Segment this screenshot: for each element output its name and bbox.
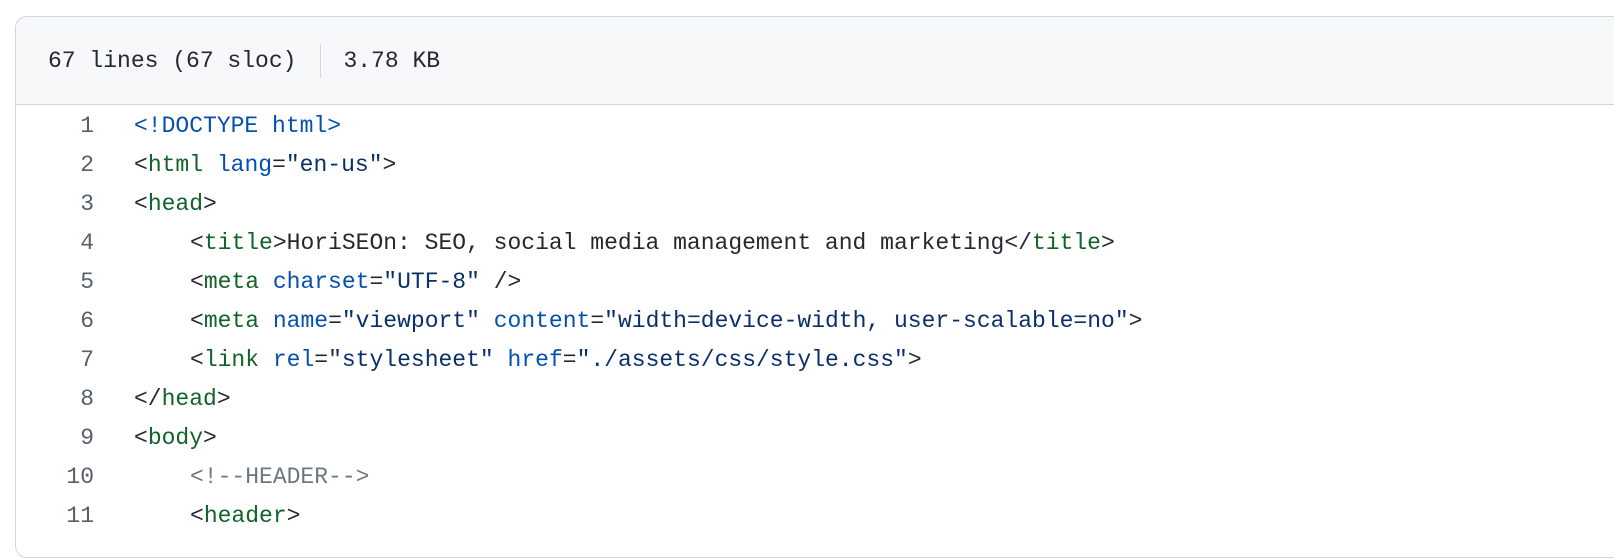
code-content: <title>HoriSEOn: SEO, social media manag… — [190, 230, 1115, 256]
line-number[interactable]: 5 — [16, 263, 94, 302]
code-line: 1 <!DOCTYPE html> — [16, 107, 1614, 146]
comment: <!--HEADER--> — [190, 464, 370, 490]
code-line: 10 <!--HEADER--> — [16, 458, 1614, 497]
line-number[interactable]: 11 — [16, 497, 94, 536]
code-content: <meta name="viewport" content="width=dev… — [190, 308, 1143, 334]
code-line: 8 </head> — [16, 380, 1614, 419]
line-count: 67 lines (67 sloc) — [48, 47, 297, 74]
code-content: <header> — [190, 503, 301, 529]
code-content: <link rel="stylesheet" href="./assets/cs… — [190, 347, 922, 373]
file-size: 3.78 KB — [343, 47, 441, 74]
code-content: <body> — [134, 425, 217, 451]
code-line: 5 <meta charset="UTF-8" /> — [16, 263, 1614, 302]
code-line: 4 <title>HoriSEOn: SEO, social media man… — [16, 224, 1614, 263]
code-line: 7 <link rel="stylesheet" href="./assets/… — [16, 341, 1614, 380]
line-number[interactable]: 4 — [16, 224, 94, 263]
line-number[interactable]: 9 — [16, 419, 94, 458]
code-content: <html lang="en-us"> — [134, 152, 397, 178]
code-content: <head> — [134, 191, 217, 217]
code-view: 1 <!DOCTYPE html> 2 <html lang="en-us"> … — [16, 105, 1614, 536]
code-line: 3 <head> — [16, 185, 1614, 224]
line-number[interactable]: 2 — [16, 146, 94, 185]
code-line: 2 <html lang="en-us"> — [16, 146, 1614, 185]
code-line: 11 <header> — [16, 497, 1614, 536]
line-number[interactable]: 3 — [16, 185, 94, 224]
line-number[interactable]: 7 — [16, 341, 94, 380]
divider — [320, 43, 322, 78]
code-content: <!--HEADER--> — [94, 458, 369, 497]
file-viewer: 67 lines (67 sloc) 3.78 KB 1 <!DOCTYPE h… — [15, 16, 1614, 558]
doctype: <!DOCTYPE html> — [134, 113, 342, 139]
line-number[interactable]: 10 — [16, 458, 94, 497]
code-line: 9 <body> — [16, 419, 1614, 458]
line-number[interactable]: 8 — [16, 380, 94, 419]
code-content: <!DOCTYPE html> — [94, 107, 341, 146]
code-content: <meta charset="UTF-8" /> — [190, 269, 522, 295]
code-line: 6 <meta name="viewport" content="width=d… — [16, 302, 1614, 341]
line-number[interactable]: 6 — [16, 302, 94, 341]
file-info-bar: 67 lines (67 sloc) 3.78 KB — [16, 17, 1614, 105]
code-content: </head> — [134, 386, 231, 412]
line-number[interactable]: 1 — [16, 107, 94, 146]
